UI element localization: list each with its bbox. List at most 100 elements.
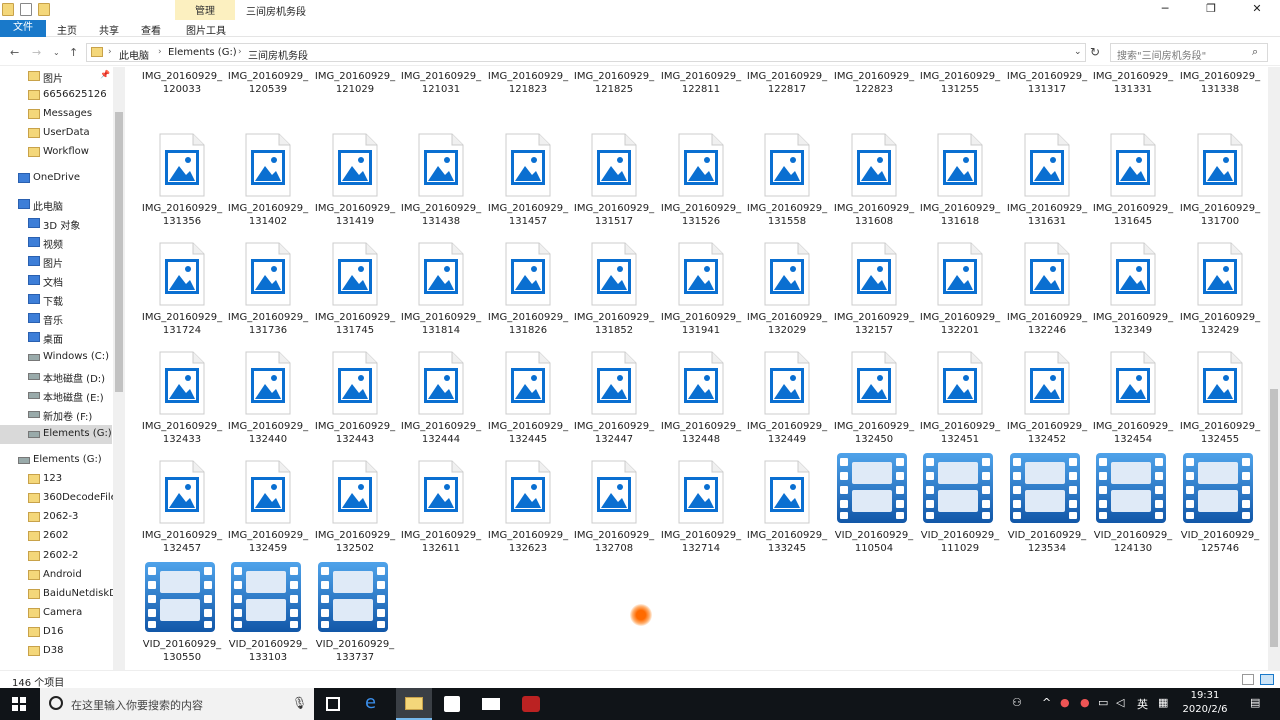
file-item[interactable]: IMG_20160929_ 131457 bbox=[485, 133, 569, 241]
file-item[interactable]: IMG_20160929_ 121823 bbox=[485, 67, 569, 109]
file-item[interactable]: IMG_20160929_ 132714 bbox=[658, 460, 742, 568]
file-item[interactable]: IMG_20160929_ 131356 bbox=[139, 133, 223, 241]
file-item[interactable]: VID_20160929_ 133737 bbox=[312, 562, 396, 670]
file-item[interactable]: IMG_20160929_ 132445 bbox=[485, 351, 569, 459]
file-item[interactable]: VID_20160929_ 124130 bbox=[1090, 453, 1174, 568]
breadcrumb-this-pc[interactable]: 此电脑 bbox=[119, 47, 149, 62]
sidebar-item[interactable]: 下载 bbox=[0, 290, 112, 309]
tab-view[interactable]: 查看 bbox=[141, 22, 161, 37]
sidebar-item[interactable]: 桌面 bbox=[0, 328, 112, 347]
file-item[interactable]: IMG_20160929_ 120033 bbox=[139, 67, 223, 109]
close-button[interactable]: ✕ bbox=[1234, 0, 1280, 20]
sidebar-item[interactable]: OneDrive bbox=[0, 169, 112, 188]
sidebar-item[interactable]: 图片 📌 bbox=[0, 67, 112, 86]
sidebar-item[interactable]: D16 bbox=[0, 623, 112, 642]
file-item[interactable]: VID_20160929_ 133103 bbox=[225, 562, 309, 670]
sidebar-item[interactable]: Workflow bbox=[0, 143, 112, 162]
file-item[interactable]: VID_20160929_ 125746 bbox=[1177, 453, 1261, 568]
chevron-up-icon[interactable]: ^ bbox=[1042, 696, 1051, 709]
scrollbar-thumb[interactable] bbox=[115, 112, 123, 392]
pin-icon[interactable]: 📌 bbox=[100, 70, 110, 79]
file-item[interactable]: IMG_20160929_ 132448 bbox=[658, 351, 742, 459]
sidebar-item[interactable]: 视频 bbox=[0, 233, 112, 252]
breadcrumb-elements[interactable]: Elements (G:) bbox=[168, 47, 237, 58]
ime-indicator[interactable]: 英 bbox=[1137, 696, 1148, 712]
tab-file[interactable]: 文件 bbox=[0, 20, 46, 37]
forward-arrow-icon[interactable]: → bbox=[32, 46, 41, 59]
file-item[interactable]: IMG_20160929_ 132440 bbox=[225, 351, 309, 459]
file-item[interactable]: VID_20160929_ 111029 bbox=[917, 453, 1001, 568]
file-item[interactable]: IMG_20160929_ 131645 bbox=[1090, 133, 1174, 241]
sidebar-item[interactable]: 文档 bbox=[0, 271, 112, 290]
sidebar-item[interactable]: 2602 bbox=[0, 527, 112, 546]
address-bar[interactable]: › 此电脑 › Elements (G:) › 三间房机务段 ⌄ bbox=[86, 43, 1086, 62]
file-explorer-taskbar-button[interactable] bbox=[396, 688, 432, 720]
file-item[interactable]: VID_20160929_ 110504 bbox=[831, 453, 915, 568]
sidebar-scrollbar[interactable] bbox=[113, 67, 125, 670]
file-item[interactable]: IMG_20160929_ 131736 bbox=[225, 242, 309, 350]
tab-share[interactable]: 共享 bbox=[99, 22, 119, 37]
file-item[interactable]: IMG_20160929_ 131724 bbox=[139, 242, 223, 350]
store-icon[interactable] bbox=[444, 696, 460, 712]
microphone-icon[interactable]: 🎙 bbox=[292, 696, 307, 710]
taskbar-search-box[interactable]: 在这里输入你要搜索的内容 🎙 bbox=[40, 688, 314, 720]
tray-app-icon[interactable]: ● bbox=[1080, 696, 1090, 709]
tab-home[interactable]: 主页 bbox=[57, 22, 77, 37]
file-item[interactable]: IMG_20160929_ 131526 bbox=[658, 133, 742, 241]
file-item[interactable]: IMG_20160929_ 121031 bbox=[398, 67, 482, 109]
vertical-scrollbar[interactable] bbox=[1268, 67, 1280, 670]
file-item[interactable]: IMG_20160929_ 122823 bbox=[831, 67, 915, 109]
tray-app-icon[interactable]: ● bbox=[1060, 696, 1070, 709]
file-item[interactable]: IMG_20160929_ 131700 bbox=[1177, 133, 1261, 241]
file-item[interactable]: IMG_20160929_ 132451 bbox=[917, 351, 1001, 459]
details-view-icon[interactable] bbox=[1242, 674, 1254, 685]
edge-browser-icon[interactable]: e bbox=[365, 692, 385, 713]
maximize-button[interactable]: ❐ bbox=[1188, 0, 1234, 20]
navigation-pane[interactable]: 图片 📌 6656625126 Messages UserData Workflow One… bbox=[0, 67, 125, 670]
chevron-down-icon[interactable]: ⌄ bbox=[1074, 47, 1082, 57]
sidebar-item[interactable]: BaiduNetdiskD bbox=[0, 585, 117, 604]
scrollbar-thumb[interactable] bbox=[1270, 389, 1278, 647]
file-item[interactable]: IMG_20160929_ 132429 bbox=[1177, 242, 1261, 350]
file-item[interactable]: IMG_20160929_ 132029 bbox=[744, 242, 828, 350]
keyboard-icon[interactable]: ▦ bbox=[1158, 696, 1168, 709]
file-item[interactable]: IMG_20160929_ 132157 bbox=[831, 242, 915, 350]
file-item[interactable]: IMG_20160929_ 131826 bbox=[485, 242, 569, 350]
file-item[interactable]: IMG_20160929_ 132455 bbox=[1177, 351, 1261, 459]
volume-icon[interactable]: ◁ bbox=[1116, 696, 1124, 709]
file-item[interactable]: IMG_20160929_ 132246 bbox=[1004, 242, 1088, 350]
back-arrow-icon[interactable]: ← bbox=[10, 46, 19, 59]
file-item[interactable]: IMG_20160929_ 120539 bbox=[225, 67, 309, 109]
file-item[interactable]: IMG_20160929_ 132457 bbox=[139, 460, 223, 568]
folder-icon[interactable] bbox=[2, 3, 14, 16]
file-item[interactable]: IMG_20160929_ 131814 bbox=[398, 242, 482, 350]
file-item[interactable]: IMG_20160929_ 131402 bbox=[225, 133, 309, 241]
file-item[interactable]: IMG_20160929_ 132450 bbox=[831, 351, 915, 459]
file-item[interactable]: IMG_20160929_ 132449 bbox=[744, 351, 828, 459]
sidebar-item[interactable]: UserData bbox=[0, 124, 112, 143]
file-item[interactable]: IMG_20160929_ 132452 bbox=[1004, 351, 1088, 459]
file-item[interactable]: IMG_20160929_ 122817 bbox=[744, 67, 828, 109]
clock[interactable]: 19:31 2020/2/6 bbox=[1176, 689, 1234, 717]
file-item[interactable]: VID_20160929_ 123534 bbox=[1004, 453, 1088, 568]
file-item[interactable]: IMG_20160929_ 131419 bbox=[312, 133, 396, 241]
file-item[interactable]: IMG_20160929_ 132502 bbox=[312, 460, 396, 568]
tab-picture-tools[interactable]: 图片工具 bbox=[186, 22, 226, 37]
sidebar-item[interactable]: 3D 对象 bbox=[0, 214, 112, 233]
file-grid[interactable]: IMG_20160929_ 120033 IMG_20160929_ 120539 IM… bbox=[126, 67, 1268, 670]
sidebar-item[interactable]: Messages bbox=[0, 105, 112, 124]
file-item[interactable]: IMG_20160929_ 131941 bbox=[658, 242, 742, 350]
up-arrow-icon[interactable]: ↑ bbox=[69, 46, 78, 59]
sidebar-item[interactable]: 音乐 bbox=[0, 309, 112, 328]
file-item[interactable]: IMG_20160929_ 132611 bbox=[398, 460, 482, 568]
file-item[interactable]: IMG_20160929_ 131517 bbox=[571, 133, 655, 241]
sidebar-item[interactable]: 此电脑 bbox=[0, 195, 112, 214]
minimize-button[interactable]: ─ bbox=[1142, 0, 1188, 20]
sidebar-item[interactable]: 图片 bbox=[0, 252, 112, 271]
sidebar-item[interactable]: 新加卷 (F:) bbox=[0, 405, 112, 424]
file-item[interactable]: IMG_20160929_ 131558 bbox=[744, 133, 828, 241]
new-folder-icon[interactable] bbox=[38, 3, 50, 16]
sidebar-item[interactable]: Elements (G:) bbox=[0, 451, 112, 470]
people-icon[interactable]: ⚇ bbox=[1012, 696, 1022, 709]
file-item[interactable]: IMG_20160929_ 132447 bbox=[571, 351, 655, 459]
